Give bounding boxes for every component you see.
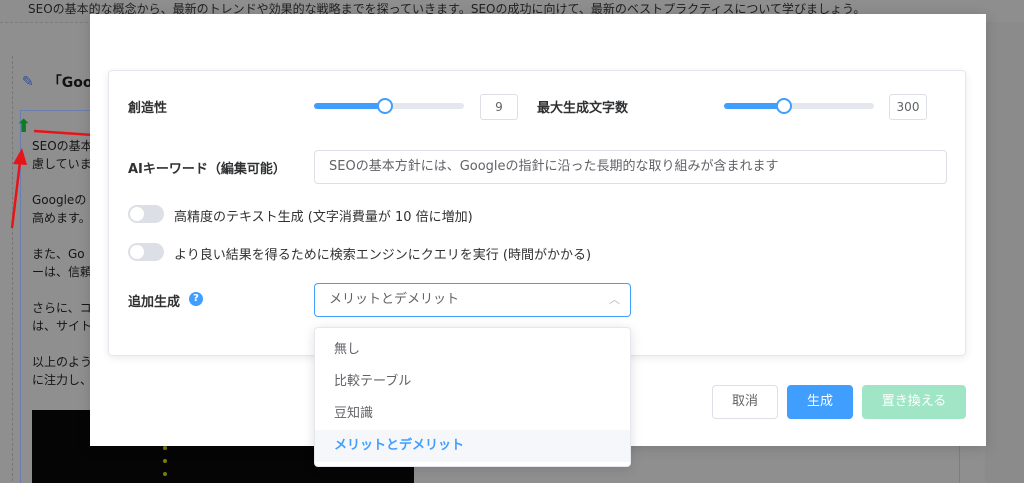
max-chars-slider[interactable]	[724, 98, 874, 114]
search-engine-toggle[interactable]	[128, 243, 164, 261]
max-chars-value-input[interactable]: 300	[889, 94, 927, 120]
search-engine-label: より良い結果を得るために検索エンジンにクエリを実行 (時間がかかる)	[174, 248, 592, 263]
high-precision-label: 高精度のテキスト生成 (文字消費量が 10 倍に増加)	[174, 210, 473, 225]
background-right-strip	[985, 22, 1024, 483]
background-dot	[163, 459, 167, 463]
background-paragraph: さらに、コ	[32, 301, 92, 315]
high-precision-toggle-knob	[130, 207, 144, 221]
additional-generation-selected-value: メリットとデメリット	[329, 292, 460, 307]
search-engine-toggle-knob	[130, 245, 144, 259]
max-chars-label: 最大生成文字数	[537, 101, 629, 116]
creativity-value-input[interactable]: 9	[480, 94, 518, 120]
keyword-input[interactable]: SEOの基本方針には、Googleの指針に沿った長期的な取り組みが含まれます	[314, 150, 947, 184]
dropdown-option-pros-cons[interactable]: メリットとデメリット	[315, 430, 630, 462]
cancel-button[interactable]: 取消	[712, 385, 778, 419]
additional-generation-dropdown: 無し 比較テーブル 豆知識 メリットとデメリット	[314, 327, 631, 467]
background-dot	[163, 472, 167, 476]
generate-button[interactable]: 生成	[787, 385, 853, 419]
max-chars-slider-fill	[724, 103, 784, 109]
creativity-slider-fill	[314, 103, 385, 109]
additional-generation-label: 追加生成	[128, 295, 181, 310]
creativity-slider[interactable]	[314, 98, 464, 114]
creativity-label: 創造性	[128, 101, 168, 116]
background-paragraph: ーは、信頼	[32, 265, 92, 279]
background-paragraph: に注力し、	[32, 373, 92, 387]
replace-button[interactable]: 置き換える	[862, 385, 966, 419]
annotation-arrow-head	[13, 148, 27, 165]
high-precision-toggle[interactable]	[128, 205, 164, 223]
background-paragraph: また、Go	[32, 247, 85, 261]
creativity-slider-thumb[interactable]	[377, 98, 393, 114]
chevron-up-icon: ︿	[609, 293, 620, 306]
dropdown-option-none[interactable]: 無し	[315, 334, 630, 366]
dropdown-option-trivia[interactable]: 豆知識	[315, 398, 630, 430]
background-dot	[163, 446, 167, 450]
help-icon[interactable]: ?	[189, 292, 203, 306]
additional-generation-select[interactable]: メリットとデメリット ︿	[314, 283, 631, 317]
background-paragraph: 以上のよう	[32, 355, 92, 369]
dropdown-option-comparison-table[interactable]: 比較テーブル	[315, 366, 630, 398]
max-chars-slider-thumb[interactable]	[776, 98, 792, 114]
background-paragraph: は、サイト	[32, 319, 92, 333]
background-dots	[163, 446, 167, 483]
annotation-arrow-line	[10, 161, 22, 229]
keyword-label: AIキーワード（編集可能）	[128, 162, 286, 177]
